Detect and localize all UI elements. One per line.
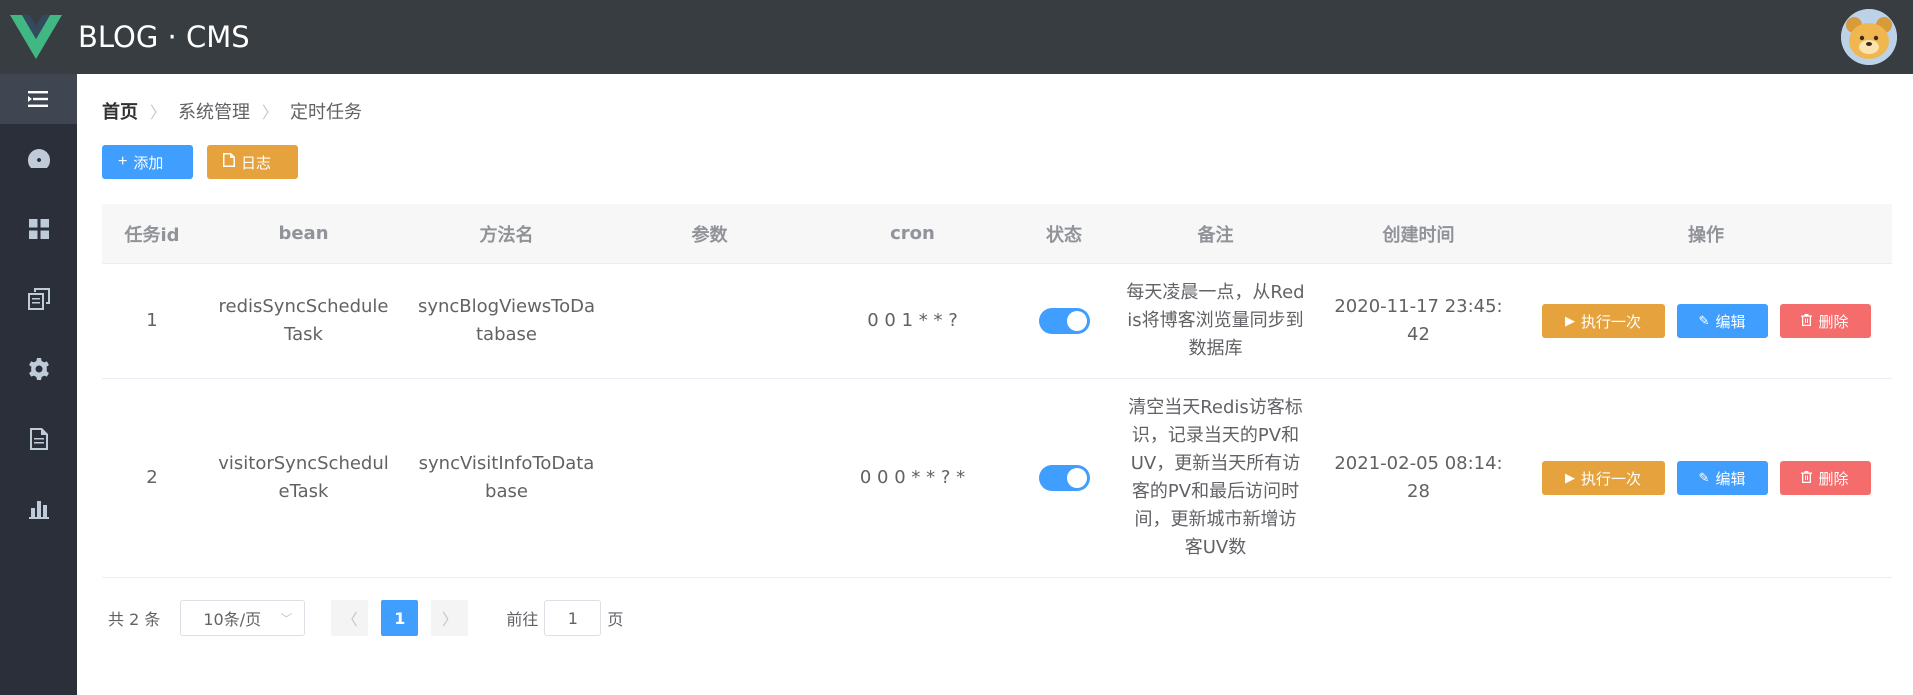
chevron-down-icon: ﹀ <box>280 611 293 626</box>
col-header-params: 参数 <box>691 224 728 246</box>
page-suffix: 页 <box>607 610 624 629</box>
goto-label: 前往 <box>506 610 539 629</box>
cell-bean: redisSyncScheduleTask <box>218 296 389 345</box>
run-once-button[interactable]: ▶ 执行一次 <box>1541 461 1665 495</box>
col-header-bean: bean <box>278 223 329 244</box>
prev-page-button[interactable]: 〈 <box>331 600 369 636</box>
run-once-button[interactable]: ▶ 执行一次 <box>1541 304 1665 338</box>
document-icon <box>29 428 48 450</box>
page-size-select[interactable]: 10条/页 ﹀ <box>180 600 306 636</box>
status-toggle[interactable] <box>1038 308 1090 334</box>
col-header-cron: cron <box>890 223 935 244</box>
edit-label: 编辑 <box>1715 313 1746 331</box>
sidebar-item-copy[interactable] <box>0 264 77 334</box>
chevron-left-icon: 〈 <box>341 610 358 629</box>
breadcrumb-current: 定时任务 <box>290 102 363 123</box>
total-count: 共 2 条 <box>108 610 161 629</box>
delete-button[interactable]: 删除 <box>1779 304 1871 338</box>
gear-icon <box>28 358 49 380</box>
log-button[interactable]: 日志 <box>207 145 298 179</box>
cell-ops: ▶ 执行一次 ✎ 编辑 删除 <box>1520 304 1892 338</box>
sidebar-item-dashboard[interactable] <box>0 124 77 194</box>
table-header: 任务id bean 方法名 参数 cron 状态 备注 创建时间 操作 <box>102 204 1892 264</box>
sidebar <box>0 74 77 695</box>
table-row: 2 visitorSyncScheduleTask syncVisitInfoT… <box>102 379 1892 578</box>
delete-button[interactable]: 删除 <box>1779 461 1871 495</box>
edit-label: 编辑 <box>1715 470 1746 488</box>
menu-collapse-icon <box>27 91 48 107</box>
pagination: 共 2 条 10条/页 ﹀ 〈 1 〉 前往 页 <box>102 600 623 636</box>
cell-ops: ▶ 执行一次 ✎ 编辑 删除 <box>1520 461 1892 495</box>
page-number-current[interactable]: 1 <box>381 600 419 636</box>
cell-remark: 每天凌晨一点，从Redis将博客浏览量同步到数据库 <box>1126 282 1305 359</box>
next-page-button[interactable]: 〉 <box>431 600 469 636</box>
bar-chart-icon <box>28 501 49 519</box>
goto-page: 前往 页 <box>506 600 623 636</box>
sidebar-item-document[interactable] <box>0 404 77 474</box>
delete-label: 删除 <box>1818 313 1849 331</box>
cell-created: 2020-11-17 23:45:42 <box>1334 296 1503 345</box>
toolbar: + 添加 日志 <box>102 145 298 179</box>
edit-icon: ✎ <box>1698 470 1710 485</box>
col-header-created: 创建时间 <box>1382 224 1455 246</box>
brand-title: BLOG · CMS <box>78 20 250 54</box>
trash-icon <box>1801 313 1813 329</box>
col-header-ops: 操作 <box>1688 224 1724 246</box>
cell-bean: visitorSyncScheduleTask <box>218 453 389 502</box>
add-button[interactable]: + 添加 <box>102 145 193 179</box>
add-button-label: 添加 <box>133 154 164 172</box>
vue-logo-icon[interactable] <box>10 15 62 59</box>
cell-cron: 0 0 1 * * ? <box>867 310 958 331</box>
sidebar-item-statistics[interactable] <box>0 474 77 544</box>
sidebar-item-grid[interactable] <box>0 194 77 264</box>
delete-label: 删除 <box>1818 470 1849 488</box>
col-header-method: 方法名 <box>479 224 534 246</box>
edit-button[interactable]: ✎ 编辑 <box>1676 304 1768 338</box>
chevron-right-icon: 〉 <box>150 103 167 122</box>
chevron-right-icon: 〉 <box>262 103 279 122</box>
copy-icon <box>27 288 50 310</box>
sidebar-toggle[interactable] <box>0 74 77 124</box>
caret-right-icon: ▶ <box>1564 313 1575 328</box>
breadcrumb-system: 系统管理 <box>178 102 251 123</box>
run-once-label: 执行一次 <box>1580 470 1641 488</box>
top-header: BLOG · CMS <box>0 0 1913 74</box>
cell-id: 2 <box>146 467 158 488</box>
bear-avatar-icon <box>1841 9 1897 65</box>
cell-remark: 清空当天Redis访客标识，记录当天的PV和UV，更新当天所有访客的PV和最后访… <box>1128 397 1303 558</box>
cell-cron: 0 0 0 * * ? * <box>859 467 966 488</box>
breadcrumb-home[interactable]: 首页 <box>102 98 138 124</box>
avatar[interactable] <box>1841 9 1897 65</box>
chevron-right-icon: 〉 <box>441 610 458 629</box>
run-once-label: 执行一次 <box>1580 313 1641 331</box>
trash-icon <box>1801 470 1813 486</box>
main-content: 首页 〉 系统管理 〉 定时任务 + 添加 日志 任务id bean 方法名 参… <box>77 74 1913 695</box>
breadcrumb: 首页 〉 系统管理 〉 定时任务 <box>102 98 362 124</box>
plus-icon: + <box>118 153 128 170</box>
caret-right-icon: ▶ <box>1564 470 1575 485</box>
dashboard-icon <box>27 149 50 168</box>
document-icon <box>223 152 235 172</box>
cell-status <box>1014 307 1114 335</box>
task-table: 任务id bean 方法名 参数 cron 状态 备注 创建时间 操作 1 re… <box>102 204 1892 578</box>
cell-id: 1 <box>146 310 158 331</box>
edit-button[interactable]: ✎ 编辑 <box>1676 461 1768 495</box>
table-row: 1 redisSyncScheduleTask syncBlogViewsToD… <box>102 264 1892 379</box>
cell-method: syncBlogViewsToDatabase <box>417 296 596 345</box>
grid-icon <box>28 219 49 239</box>
cell-status <box>1014 464 1114 492</box>
goto-page-input[interactable] <box>544 600 602 636</box>
col-header-id: 任务id <box>124 224 180 246</box>
cell-created: 2021-02-05 08:14:28 <box>1334 453 1503 502</box>
col-header-remark: 备注 <box>1197 224 1234 246</box>
page-size-value: 10条/页 <box>203 610 262 629</box>
log-button-label: 日志 <box>241 154 272 172</box>
col-header-status: 状态 <box>1046 224 1082 246</box>
sidebar-item-settings[interactable] <box>0 334 77 404</box>
cell-method: syncVisitInfoToDatabase <box>418 453 595 502</box>
edit-icon: ✎ <box>1698 313 1710 328</box>
status-toggle[interactable] <box>1038 465 1090 491</box>
